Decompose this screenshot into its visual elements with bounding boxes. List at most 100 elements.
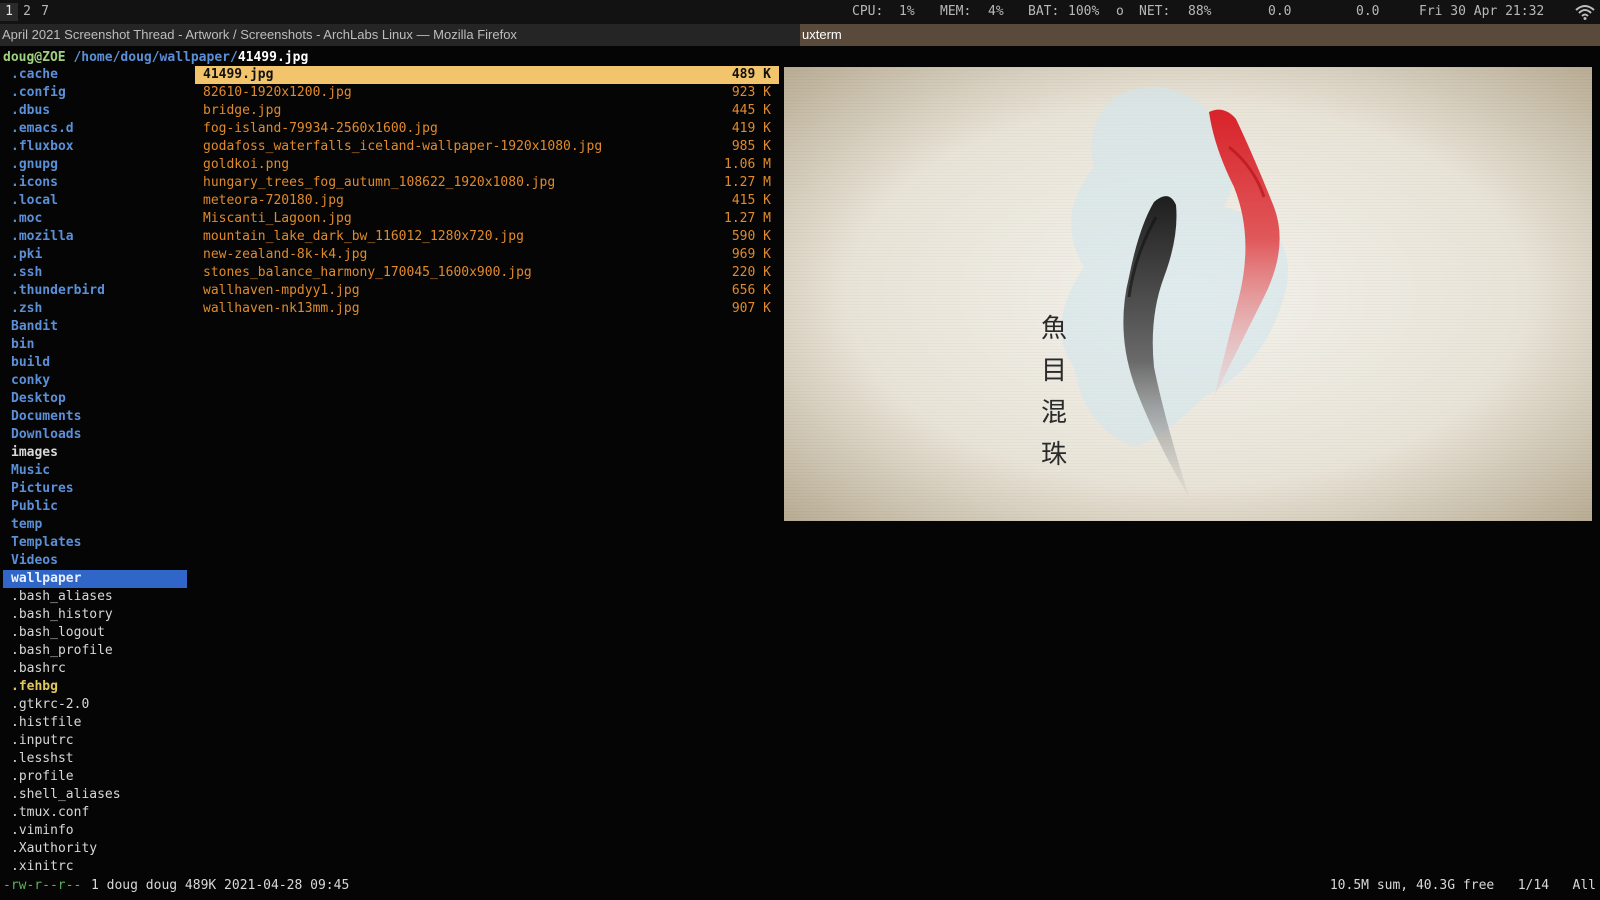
status-right: 10.5M sum, 40.3G free 1/14 All: [1330, 876, 1596, 896]
parent-item[interactable]: Desktop: [3, 390, 187, 408]
cpu-value: 1%: [899, 4, 915, 19]
file-size: 590 K: [731, 229, 771, 244]
parent-item[interactable]: bin: [3, 336, 187, 354]
parent-item[interactable]: temp: [3, 516, 187, 534]
parent-item[interactable]: images: [3, 444, 187, 462]
parent-item[interactable]: Music: [3, 462, 187, 480]
parent-item[interactable]: .bashrc: [3, 660, 187, 678]
parent-item[interactable]: .lesshst: [3, 750, 187, 768]
parent-item[interactable]: .gnupg: [3, 156, 187, 174]
parent-item[interactable]: .icons: [3, 174, 187, 192]
parent-item[interactable]: conky: [3, 372, 187, 390]
file-row[interactable]: mountain_lake_dark_bw_116012_1280x720.jp…: [195, 228, 779, 246]
file-name: wallhaven-mpdyy1.jpg: [203, 283, 360, 298]
file-name: wallhaven-nk13mm.jpg: [203, 301, 360, 316]
file-row[interactable]: stones_balance_harmony_170045_1600x900.j…: [195, 264, 779, 282]
image-preview: 魚 目 混 珠: [784, 67, 1592, 521]
parent-item[interactable]: .xinitrc: [3, 858, 187, 876]
wifi-icon[interactable]: [1575, 4, 1595, 20]
file-row[interactable]: hungary_trees_fog_autumn_108622_1920x108…: [195, 174, 779, 192]
parent-item[interactable]: .bash_aliases: [3, 588, 187, 606]
workspace-7[interactable]: 7: [36, 3, 54, 21]
parent-item[interactable]: .fehbg: [3, 678, 187, 696]
file-row[interactable]: 82610-1920x1200.jpg 923 K: [195, 84, 779, 102]
user-host: doug@ZOE: [3, 50, 66, 65]
ranger-path-header: doug@ZOE /home/doug/wallpaper/41499.jpg: [3, 48, 308, 68]
parent-item[interactable]: .ssh: [3, 264, 187, 282]
parent-item[interactable]: Downloads: [3, 426, 187, 444]
file-name: goldkoi.png: [203, 157, 290, 172]
battery-status-icon: o: [1116, 4, 1124, 19]
parent-item[interactable]: .Xauthority: [3, 840, 187, 858]
parent-item[interactable]: build: [3, 354, 187, 372]
file-row[interactable]: goldkoi.png 1.06 M: [195, 156, 779, 174]
file-list-column: 41499.jpg 489 K 82610-1920x1200.jpg 923 K br…: [195, 66, 779, 318]
file-size: 489 K: [731, 67, 771, 82]
file-row[interactable]: Miscanti_Lagoon.jpg 1.27 M: [195, 210, 779, 228]
file-name: fog-island-79934-2560x1600.jpg: [203, 121, 438, 136]
parent-item[interactable]: .tmux.conf: [3, 804, 187, 822]
file-name: bridge.jpg: [203, 103, 282, 118]
file-row[interactable]: bridge.jpg 445 K: [195, 102, 779, 120]
parent-item[interactable]: Documents: [3, 408, 187, 426]
parent-item[interactable]: Templates: [3, 534, 187, 552]
parent-item[interactable]: .zsh: [3, 300, 187, 318]
parent-item[interactable]: .histfile: [3, 714, 187, 732]
parent-item[interactable]: .bash_history: [3, 606, 187, 624]
parent-item[interactable]: .dbus: [3, 102, 187, 120]
parent-item[interactable]: .moc: [3, 210, 187, 228]
uxterm-window-title[interactable]: uxterm: [800, 24, 1600, 46]
workspace-2[interactable]: 2: [18, 3, 36, 21]
parent-item[interactable]: Bandit: [3, 318, 187, 336]
parent-item[interactable]: Pictures: [3, 480, 187, 498]
parent-item[interactable]: .thunderbird: [3, 282, 187, 300]
file-row[interactable]: 41499.jpg 489 K: [195, 66, 779, 84]
bat-value: 100%: [1068, 4, 1100, 19]
parent-item[interactable]: .bash_profile: [3, 642, 187, 660]
file-row[interactable]: wallhaven-mpdyy1.jpg 656 K: [195, 282, 779, 300]
bat-label: BAT:: [1028, 4, 1060, 19]
calligraphy-char-3: 混: [1041, 398, 1067, 428]
workspace-1[interactable]: 1: [0, 3, 18, 21]
calligraphy-char-1: 魚: [1041, 314, 1067, 344]
parent-item[interactable]: .bash_logout: [3, 624, 187, 642]
file-row[interactable]: new-zealand-8k-k4.jpg 969 K: [195, 246, 779, 264]
file-position: 1/14: [1517, 878, 1550, 893]
parent-item[interactable]: .local: [3, 192, 187, 210]
mem-label: MEM:: [940, 4, 972, 19]
file-row[interactable]: meteora-720180.jpg 415 K: [195, 192, 779, 210]
parent-item[interactable]: wallpaper: [3, 570, 187, 588]
parent-item[interactable]: .mozilla: [3, 228, 187, 246]
file-size: 1.06 M: [724, 157, 771, 172]
parent-item[interactable]: .emacs.d: [3, 120, 187, 138]
parent-item[interactable]: .viminfo: [3, 822, 187, 840]
file-row[interactable]: wallhaven-nk13mm.jpg 907 K: [195, 300, 779, 318]
file-size: 985 K: [731, 139, 771, 154]
file-name: 82610-1920x1200.jpg: [203, 85, 352, 100]
current-file: 41499.jpg: [237, 50, 309, 65]
file-name: godafoss_waterfalls_iceland-wallpaper-19…: [203, 139, 603, 154]
file-name: stones_balance_harmony_170045_1600x900.j…: [203, 265, 532, 280]
file-size: 419 K: [731, 121, 771, 136]
scroll-indicator: All: [1572, 878, 1596, 893]
parent-item[interactable]: .config: [3, 84, 187, 102]
file-row[interactable]: godafoss_waterfalls_iceland-wallpaper-19…: [195, 138, 779, 156]
firefox-window-title[interactable]: April 2021 Screenshot Thread - Artwork /…: [0, 24, 800, 46]
parent-item[interactable]: .fluxbox: [3, 138, 187, 156]
file-name: 41499.jpg: [203, 67, 274, 82]
file-name: new-zealand-8k-k4.jpg: [203, 247, 368, 262]
parent-item[interactable]: .pki: [3, 246, 187, 264]
parent-item[interactable]: .inputrc: [3, 732, 187, 750]
parent-item[interactable]: .cache: [3, 66, 187, 84]
parent-item[interactable]: .gtkrc-2.0: [3, 696, 187, 714]
parent-item[interactable]: Videos: [3, 552, 187, 570]
calligraphy-char-4: 珠: [1041, 440, 1067, 470]
file-row[interactable]: fog-island-79934-2560x1600.jpg 419 K: [195, 120, 779, 138]
file-name: Miscanti_Lagoon.jpg: [203, 211, 352, 226]
net-value: 88%: [1188, 4, 1212, 19]
parent-item[interactable]: .shell_aliases: [3, 786, 187, 804]
parent-item[interactable]: .profile: [3, 768, 187, 786]
file-name: hungary_trees_fog_autumn_108622_1920x108…: [203, 175, 556, 190]
parent-item[interactable]: Public: [3, 498, 187, 516]
parent-directory-column: .cache .config .dbus .emacs.d .fluxbox .gnupg…: [3, 66, 187, 876]
